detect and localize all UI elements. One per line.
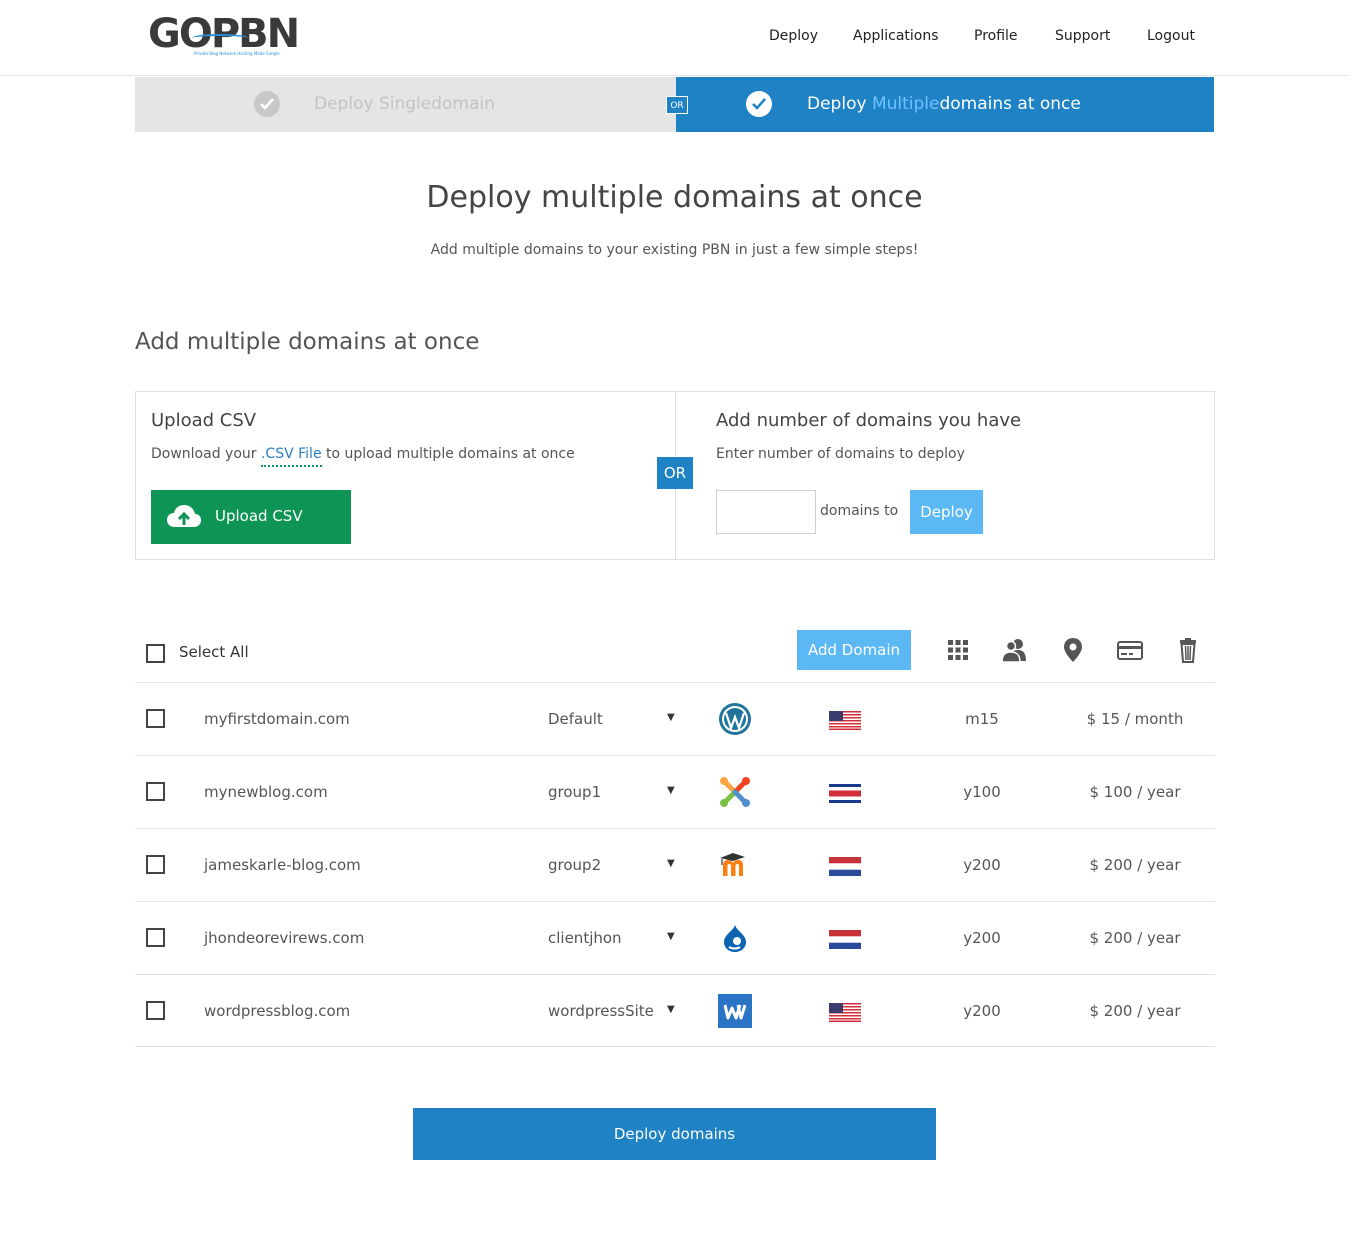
plan-price: $ 200 / year (1089, 929, 1181, 947)
step-or-badge: OR (666, 96, 688, 114)
table-row: myfirstdomain.com Default ▼ m15 $ 15 / m… (135, 682, 1215, 755)
step-multi-prefix: Deploy (807, 94, 872, 114)
plan-price: $ 200 / year (1089, 856, 1181, 874)
deploy-domains-button[interactable]: Deploy domains (413, 1108, 936, 1160)
plan-code: m15 (965, 710, 999, 728)
check-circle-icon (254, 91, 280, 117)
page-subtitle: Add multiple domains to your existing PB… (430, 242, 919, 258)
table-row: jameskarle-blog.com group2 ▼ y200 $ 200 … (135, 828, 1215, 901)
nav-support[interactable]: Support (1055, 28, 1110, 44)
step-single-label: Deploy Singledomain (314, 94, 495, 114)
group-select[interactable]: clientjhon (548, 929, 654, 947)
row-checkbox[interactable] (146, 928, 165, 947)
header: GOPBN Private Blog Network Hosting Made … (0, 0, 1349, 76)
table-row: jhondeorevirews.com clientjhon ▼ y200 $ … (135, 901, 1215, 974)
row-checkbox[interactable] (146, 855, 165, 874)
upload-csv-desc: Download your .CSV File to upload multip… (151, 446, 575, 467)
add-domains-panel: OR Upload CSV Download your .CSV File to… (135, 391, 1215, 560)
section-title: Add multiple domains at once (135, 329, 480, 355)
nav-applications[interactable]: Applications (853, 28, 939, 44)
group-select[interactable]: wordpressSite (548, 1002, 654, 1020)
us-flag-icon (829, 1003, 861, 1022)
domain-name: mynewblog.com (204, 783, 328, 801)
row-checkbox[interactable] (146, 782, 165, 801)
caret-down-icon[interactable]: ▼ (667, 931, 675, 942)
upload-csv-title: Upload CSV (151, 410, 257, 431)
upload-desc-suffix: to upload multiple domains at once (321, 446, 575, 462)
caret-down-icon[interactable]: ▼ (667, 1004, 675, 1015)
cloud-upload-icon (167, 505, 201, 527)
domain-name: myfirstdomain.com (204, 710, 350, 728)
select-all-label: Select All (179, 643, 249, 661)
domain-count-desc: Enter number of domains to deploy (716, 446, 965, 462)
us-flag-icon (829, 711, 861, 730)
trash-icon[interactable] (1174, 636, 1202, 664)
plan-code: y100 (963, 783, 1001, 801)
netherlands-flag-icon (829, 857, 861, 876)
credit-card-icon[interactable] (1116, 636, 1144, 664)
nav-logout[interactable]: Logout (1147, 28, 1195, 44)
step-multi-highlight: Multiple (871, 94, 940, 114)
table-row: mynewblog.com group1 ▼ y100 $ 100 / year (135, 755, 1215, 828)
domain-count-title: Add number of domains you have (716, 410, 1022, 431)
netherlands-flag-icon (829, 930, 861, 949)
step-multiple-domains[interactable]: Deploy Multipledomains at once (676, 77, 1214, 132)
deploy-mode-steps: Deploy Singledomain Deploy Multipledomai… (135, 77, 1214, 132)
page-title: Deploy multiple domains at once (426, 180, 923, 215)
domain-name: wordpressblog.com (204, 1002, 351, 1020)
logo-tagline: Private Blog Network Hosting Made Simple (194, 51, 280, 56)
row-checkbox[interactable] (146, 709, 165, 728)
joomla-icon (720, 777, 750, 807)
table-row: wordpressblog.com wordpressSite ▼ y200 $… (135, 974, 1215, 1047)
panel-or-badge: OR (657, 457, 693, 489)
logo[interactable]: GOPBN Private Blog Network Hosting Made … (148, 12, 300, 62)
plan-code: y200 (963, 1002, 1001, 1020)
deploy-count-button[interactable]: Deploy (910, 490, 983, 534)
domain-count-suffix: domains to (820, 503, 899, 519)
domain-name: jameskarle-blog.com (204, 856, 361, 874)
group-select[interactable]: Default (548, 710, 654, 728)
group-select[interactable]: group2 (548, 856, 654, 874)
row-checkbox[interactable] (146, 1001, 165, 1020)
upload-csv-label: Upload CSV (215, 507, 303, 525)
csv-file-link[interactable]: .CSV File (260, 446, 322, 467)
drupal-icon (724, 924, 746, 952)
upload-desc-prefix: Download your (151, 446, 261, 462)
caret-down-icon[interactable]: ▼ (667, 712, 675, 723)
upload-csv-button[interactable]: Upload CSV (151, 490, 351, 544)
plan-price: $ 100 / year (1089, 783, 1181, 801)
plan-price: $ 15 / month (1086, 710, 1184, 728)
plan-code: y200 (963, 929, 1001, 947)
grid-icon[interactable] (944, 636, 972, 664)
users-icon[interactable] (1001, 636, 1029, 664)
moodle-icon (720, 853, 745, 876)
location-pin-icon[interactable] (1059, 636, 1087, 664)
step-multi-suffix: domains at once (939, 94, 1081, 114)
add-domain-button[interactable]: Add Domain (797, 630, 911, 670)
nav-deploy[interactable]: Deploy (769, 28, 818, 44)
plan-code: y200 (963, 856, 1001, 874)
domain-count-input[interactable] (716, 490, 816, 534)
nav-profile[interactable]: Profile (974, 28, 1018, 44)
check-circle-icon (746, 91, 772, 117)
caret-down-icon[interactable]: ▼ (667, 785, 675, 796)
step-multi-label: Deploy Multipledomains at once (807, 94, 1081, 114)
group-select[interactable]: group1 (548, 783, 654, 801)
wordpress-icon (719, 703, 751, 735)
costa-rica-flag-icon (829, 784, 861, 803)
logo-swoosh (192, 34, 248, 42)
plan-price: $ 200 / year (1089, 1002, 1181, 1020)
select-all-checkbox[interactable] (146, 644, 165, 663)
step-single-domain[interactable]: Deploy Singledomain (135, 77, 676, 132)
caret-down-icon[interactable]: ▼ (667, 858, 675, 869)
weebly-icon (718, 994, 752, 1028)
domain-name: jhondeorevirews.com (204, 929, 365, 947)
